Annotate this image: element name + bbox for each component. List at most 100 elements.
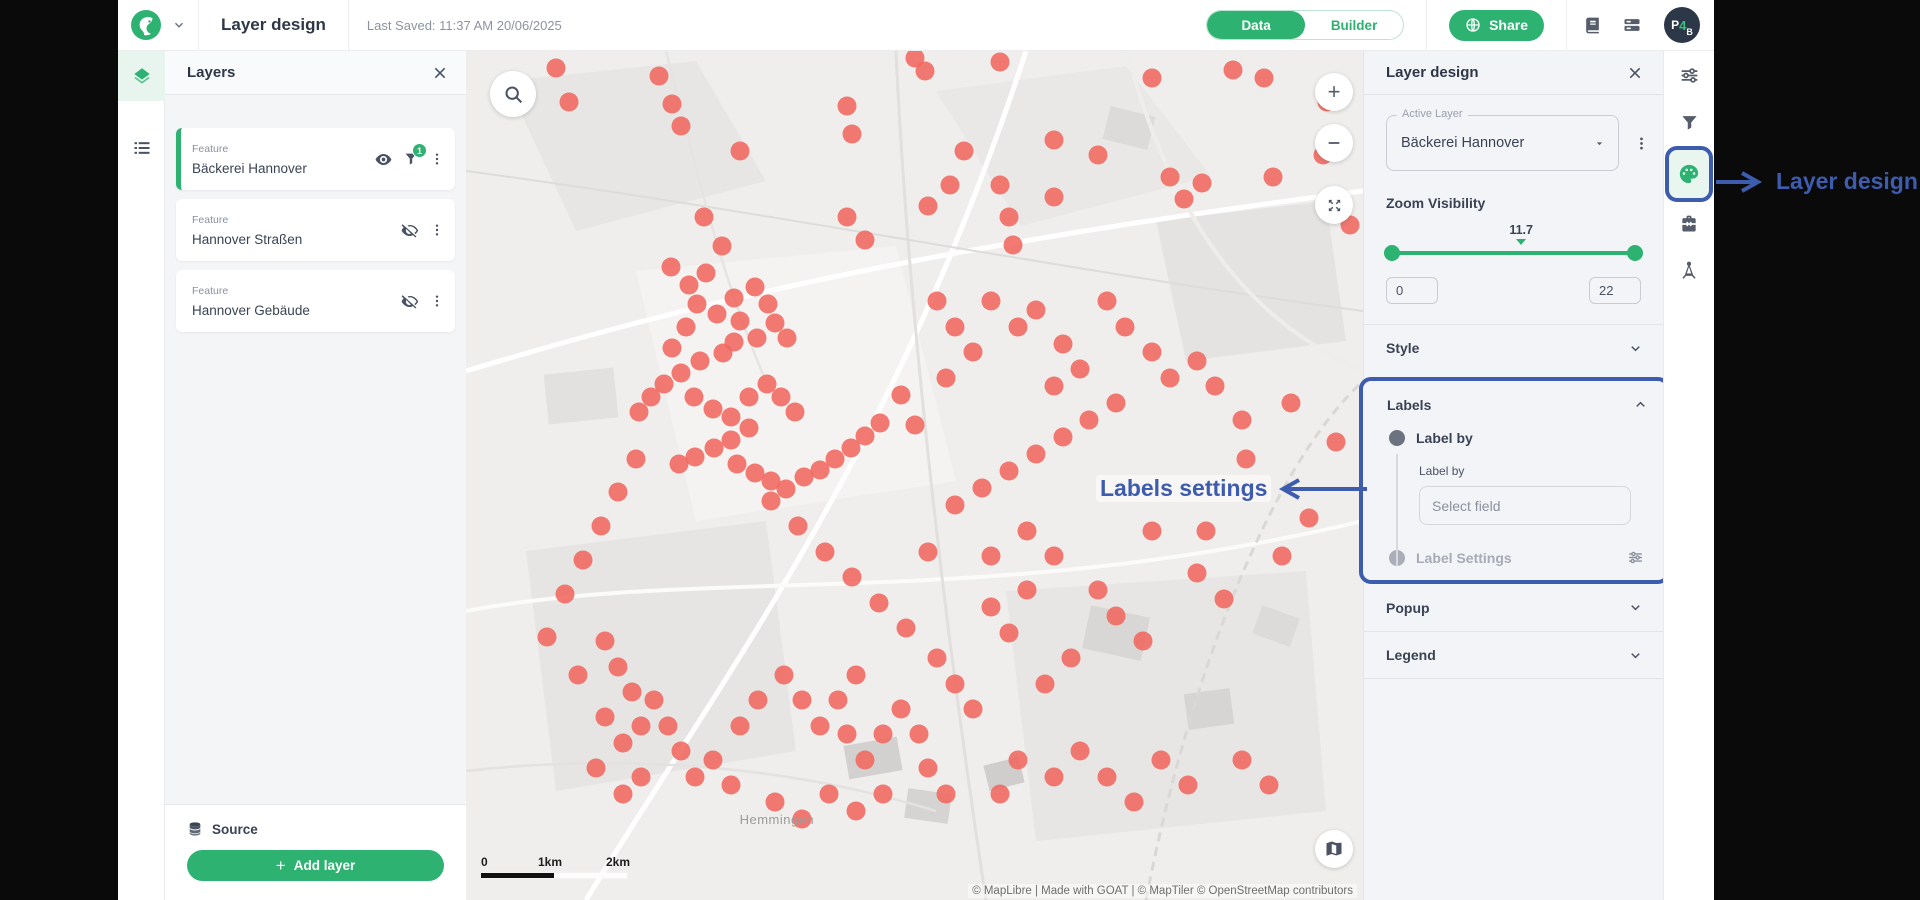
basemap-button[interactable]: [1315, 830, 1353, 868]
map-point[interactable]: [1044, 188, 1063, 207]
map-point[interactable]: [856, 750, 875, 769]
add-layer-button[interactable]: + Add layer: [187, 850, 444, 881]
map-point[interactable]: [730, 716, 749, 735]
map-point[interactable]: [870, 413, 889, 432]
map-point[interactable]: [990, 784, 1009, 803]
map-point[interactable]: [596, 708, 615, 727]
map-point[interactable]: [555, 585, 574, 604]
user-avatar[interactable]: P4B: [1664, 7, 1700, 43]
map-point[interactable]: [1223, 60, 1242, 79]
map-point[interactable]: [1179, 776, 1198, 795]
map-point[interactable]: [1089, 145, 1108, 164]
map-point[interactable]: [685, 767, 704, 786]
map-point[interactable]: [981, 598, 1000, 617]
map-point[interactable]: [918, 759, 937, 778]
map-point[interactable]: [1004, 235, 1023, 254]
map-point[interactable]: [811, 716, 830, 735]
map-point[interactable]: [1264, 167, 1283, 186]
workspace-chevron-down-icon[interactable]: [172, 18, 186, 32]
map-point[interactable]: [694, 207, 713, 226]
map-point[interactable]: [847, 666, 866, 685]
map-point[interactable]: [945, 496, 964, 515]
map-point[interactable]: [649, 67, 668, 86]
map-point[interactable]: [725, 289, 744, 308]
map-point[interactable]: [631, 716, 650, 735]
map-point[interactable]: [786, 402, 805, 421]
map-point[interactable]: [874, 784, 893, 803]
map-point[interactable]: [892, 385, 911, 404]
map-point[interactable]: [1098, 292, 1117, 311]
map-point[interactable]: [1232, 750, 1251, 769]
map-point[interactable]: [721, 776, 740, 795]
map-point[interactable]: [905, 415, 924, 434]
map-point[interactable]: [1107, 606, 1126, 625]
zoom-in-button[interactable]: +: [1315, 73, 1353, 111]
map-point[interactable]: [761, 491, 780, 510]
visibility-off-eye-icon[interactable]: [400, 221, 419, 240]
map-point[interactable]: [999, 462, 1018, 481]
style-section-header[interactable]: Style: [1364, 324, 1663, 371]
map-point[interactable]: [1237, 449, 1256, 468]
layer-design-tool-button[interactable]: [1665, 146, 1713, 202]
legend-list-button[interactable]: [118, 123, 165, 173]
map-point[interactable]: [829, 691, 848, 710]
map-point[interactable]: [748, 691, 767, 710]
layer-card-baeckerei-hannover[interactable]: Feature Bäckerei Hannover 1: [176, 128, 455, 190]
map-point[interactable]: [788, 517, 807, 536]
map-point[interactable]: [609, 657, 628, 676]
map-point[interactable]: [1143, 69, 1162, 88]
filter-funnel-icon[interactable]: [1680, 113, 1699, 132]
layer-card-hannover-strassen[interactable]: Feature Hannover Straßen: [176, 199, 455, 261]
source-row[interactable]: Source: [187, 821, 444, 837]
map-point[interactable]: [842, 568, 861, 587]
map-point[interactable]: [1197, 521, 1216, 540]
zoom-out-button[interactable]: [1315, 124, 1353, 162]
popup-section-header[interactable]: Popup: [1364, 584, 1663, 631]
map-point[interactable]: [999, 207, 1018, 226]
map-point[interactable]: [672, 116, 691, 135]
map-point[interactable]: [672, 363, 691, 382]
map-point[interactable]: [663, 339, 682, 358]
map-point[interactable]: [815, 542, 834, 561]
map-point[interactable]: [945, 674, 964, 693]
map-point[interactable]: [1273, 547, 1292, 566]
map-point[interactable]: [613, 733, 632, 752]
map-point[interactable]: [963, 343, 982, 362]
map-point[interactable]: [713, 344, 732, 363]
map-point[interactable]: [918, 196, 937, 215]
map-point[interactable]: [745, 278, 764, 297]
map-point[interactable]: [627, 449, 646, 468]
fullscreen-button[interactable]: [1315, 186, 1353, 224]
map-point[interactable]: [1161, 368, 1180, 387]
map-point[interactable]: [1026, 445, 1045, 464]
map-point[interactable]: [658, 716, 677, 735]
map-point[interactable]: [838, 207, 857, 226]
map-point[interactable]: [838, 725, 857, 744]
map-point[interactable]: [1134, 632, 1153, 651]
map-point[interactable]: [670, 455, 689, 474]
zoom-max-input[interactable]: [1589, 277, 1641, 304]
map-point[interactable]: [1089, 581, 1108, 600]
map-point[interactable]: [771, 388, 790, 407]
panels-layout-icon[interactable]: [1622, 15, 1642, 35]
map-point[interactable]: [703, 750, 722, 769]
map-point[interactable]: [730, 142, 749, 161]
map-point[interactable]: [684, 388, 703, 407]
map-point[interactable]: [1161, 167, 1180, 186]
map-point[interactable]: [892, 699, 911, 718]
map-point[interactable]: [981, 547, 1000, 566]
map-point[interactable]: [775, 666, 794, 685]
map-point[interactable]: [918, 542, 937, 561]
map-point[interactable]: [573, 551, 592, 570]
map-point[interactable]: [1107, 394, 1126, 413]
kebab-menu-icon[interactable]: [429, 293, 445, 309]
mode-builder-button[interactable]: Builder: [1305, 11, 1403, 39]
layer-options-kebab-icon[interactable]: [1633, 135, 1650, 152]
map-point[interactable]: [1098, 767, 1117, 786]
map-point[interactable]: [591, 517, 610, 536]
map-point[interactable]: [537, 627, 556, 646]
kebab-menu-icon[interactable]: [429, 222, 445, 238]
zoom-visibility-slider[interactable]: 11.7: [1386, 245, 1641, 261]
toolbox-icon[interactable]: [1679, 214, 1699, 234]
map-point[interactable]: [972, 479, 991, 498]
